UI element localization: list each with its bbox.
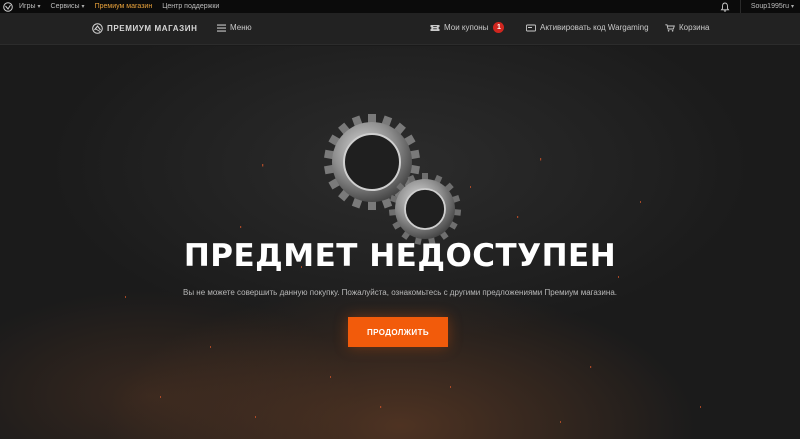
unavailable-message: Вы не можете совершить данную покупку. П… [182, 288, 617, 297]
my-coupons-link[interactable]: Мои купоны 1 [430, 22, 505, 33]
cart-link[interactable]: Корзина [665, 23, 709, 32]
unavailable-item-hero: ПРЕДМЕТ НЕДОСТУПЕН Вы не можете совершит… [0, 46, 800, 439]
topbar-item-services[interactable]: Сервисы ▾ [51, 3, 85, 10]
shop-navigation: ПРЕМИУМ МАГАЗИН Меню Мои купоны 1 Активи… [0, 13, 800, 45]
menu-button[interactable]: Меню [217, 23, 252, 32]
divider [739, 0, 741, 13]
premium-shop-brand[interactable]: ПРЕМИУМ МАГАЗИН [92, 23, 198, 34]
topbar-item-support[interactable]: Центр поддержки [162, 3, 219, 10]
coupon-count-badge: 1 [493, 22, 505, 33]
chevron-down-icon: ▾ [81, 4, 85, 10]
user-menu[interactable]: Soup1995ru ▾ [751, 3, 794, 10]
global-top-bar: Игры ▾ Сервисы ▾ Премиум магазин Центр п… [0, 0, 800, 13]
hamburger-icon [217, 24, 226, 32]
chevron-down-icon: ▾ [790, 4, 794, 10]
coupon-icon [430, 24, 440, 31]
topbar-item-premium-shop[interactable]: Премиум магазин [95, 3, 153, 10]
chevron-down-icon: ▾ [37, 4, 41, 10]
continue-button[interactable]: ПРОДОЛЖИТЬ [348, 317, 448, 347]
cart-icon [665, 23, 675, 32]
page-title: ПРЕДМЕТ НЕДОСТУПЕН [183, 238, 617, 274]
topbar-item-games[interactable]: Игры ▾ [19, 3, 41, 10]
username: Soup1995ru [750, 3, 789, 10]
wargaming-logo-icon[interactable] [3, 1, 13, 12]
premium-shop-logo-icon [92, 23, 103, 34]
code-card-icon [526, 24, 536, 31]
activate-code-link[interactable]: Активировать код Wargaming [526, 23, 649, 32]
bell-icon[interactable] [720, 2, 730, 12]
